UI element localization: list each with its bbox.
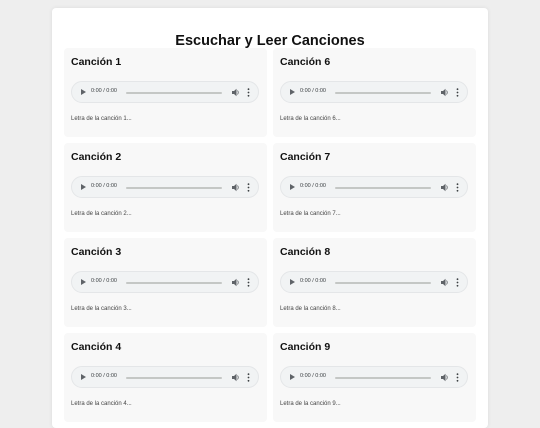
volume-icon[interactable] [441, 88, 449, 97]
audio-player[interactable]: 0:00 / 0:00 [71, 81, 259, 103]
song-title: Canción 4 [71, 341, 122, 353]
play-icon[interactable] [290, 184, 295, 190]
song-title: Canción 9 [280, 341, 331, 353]
song-lyrics: Letra de la canción 1... [71, 116, 132, 122]
seek-bar[interactable] [335, 282, 431, 284]
song-lyrics: Letra de la canción 8... [280, 306, 341, 312]
audio-player[interactable]: 0:00 / 0:00 [71, 366, 259, 388]
seek-bar[interactable] [335, 92, 431, 94]
song-card: Canción 2 0:00 / 0:00 Letra de la canció… [64, 143, 267, 232]
seek-bar[interactable] [126, 282, 222, 284]
time-display: 0:00 / 0:00 [91, 183, 117, 189]
audio-player[interactable]: 0:00 / 0:00 [71, 271, 259, 293]
song-title: Canción 1 [71, 56, 122, 68]
more-options-icon[interactable] [456, 88, 459, 97]
time-display: 0:00 / 0:00 [300, 183, 326, 189]
audio-player[interactable]: 0:00 / 0:00 [280, 271, 468, 293]
song-card: Canción 3 0:00 / 0:00 Letra de la canció… [64, 238, 267, 327]
audio-player[interactable]: 0:00 / 0:00 [71, 176, 259, 198]
song-card: Canción 6 0:00 / 0:00 Letra de la canció… [273, 48, 476, 137]
more-options-icon[interactable] [247, 373, 250, 382]
volume-icon[interactable] [232, 278, 240, 287]
play-icon[interactable] [290, 374, 295, 380]
page-title: Escuchar y Leer Canciones [175, 33, 365, 49]
volume-icon[interactable] [232, 88, 240, 97]
more-options-icon[interactable] [247, 278, 250, 287]
seek-bar[interactable] [335, 377, 431, 379]
time-display: 0:00 / 0:00 [91, 88, 117, 94]
volume-icon[interactable] [232, 183, 240, 192]
main-container: Escuchar y Leer Canciones Canción 1 0:00… [52, 8, 488, 428]
play-icon[interactable] [290, 89, 295, 95]
time-display: 0:00 / 0:00 [300, 88, 326, 94]
volume-icon[interactable] [232, 373, 240, 382]
seek-bar[interactable] [335, 187, 431, 189]
song-card: Canción 7 0:00 / 0:00 Letra de la canció… [273, 143, 476, 232]
audio-player[interactable]: 0:00 / 0:00 [280, 81, 468, 103]
song-title: Canción 6 [280, 56, 331, 68]
song-title: Canción 8 [280, 246, 331, 258]
time-display: 0:00 / 0:00 [91, 373, 117, 379]
song-grid: Canción 1 0:00 / 0:00 Letra de la canció… [64, 48, 476, 422]
volume-icon[interactable] [441, 278, 449, 287]
volume-icon[interactable] [441, 183, 449, 192]
time-display: 0:00 / 0:00 [91, 278, 117, 284]
seek-bar[interactable] [126, 377, 222, 379]
song-card: Canción 9 0:00 / 0:00 Letra de la canció… [273, 333, 476, 422]
song-lyrics: Letra de la canción 2... [71, 211, 132, 217]
play-icon[interactable] [290, 279, 295, 285]
play-icon[interactable] [81, 184, 86, 190]
more-options-icon[interactable] [247, 88, 250, 97]
more-options-icon[interactable] [456, 373, 459, 382]
seek-bar[interactable] [126, 187, 222, 189]
song-card: Canción 1 0:00 / 0:00 Letra de la canció… [64, 48, 267, 137]
song-title: Canción 2 [71, 151, 122, 163]
song-card: Canción 4 0:00 / 0:00 Letra de la canció… [64, 333, 267, 422]
more-options-icon[interactable] [247, 183, 250, 192]
song-title: Canción 7 [280, 151, 331, 163]
play-icon[interactable] [81, 374, 86, 380]
time-display: 0:00 / 0:00 [300, 278, 326, 284]
song-lyrics: Letra de la canción 9... [280, 401, 341, 407]
play-icon[interactable] [81, 279, 86, 285]
song-lyrics: Letra de la canción 3... [71, 306, 132, 312]
audio-player[interactable]: 0:00 / 0:00 [280, 366, 468, 388]
audio-player[interactable]: 0:00 / 0:00 [280, 176, 468, 198]
more-options-icon[interactable] [456, 183, 459, 192]
song-lyrics: Letra de la canción 6... [280, 116, 341, 122]
song-lyrics: Letra de la canción 4... [71, 401, 132, 407]
volume-icon[interactable] [441, 373, 449, 382]
song-lyrics: Letra de la canción 7... [280, 211, 341, 217]
time-display: 0:00 / 0:00 [300, 373, 326, 379]
song-card: Canción 8 0:00 / 0:00 Letra de la canció… [273, 238, 476, 327]
song-title: Canción 3 [71, 246, 122, 258]
seek-bar[interactable] [126, 92, 222, 94]
more-options-icon[interactable] [456, 278, 459, 287]
play-icon[interactable] [81, 89, 86, 95]
